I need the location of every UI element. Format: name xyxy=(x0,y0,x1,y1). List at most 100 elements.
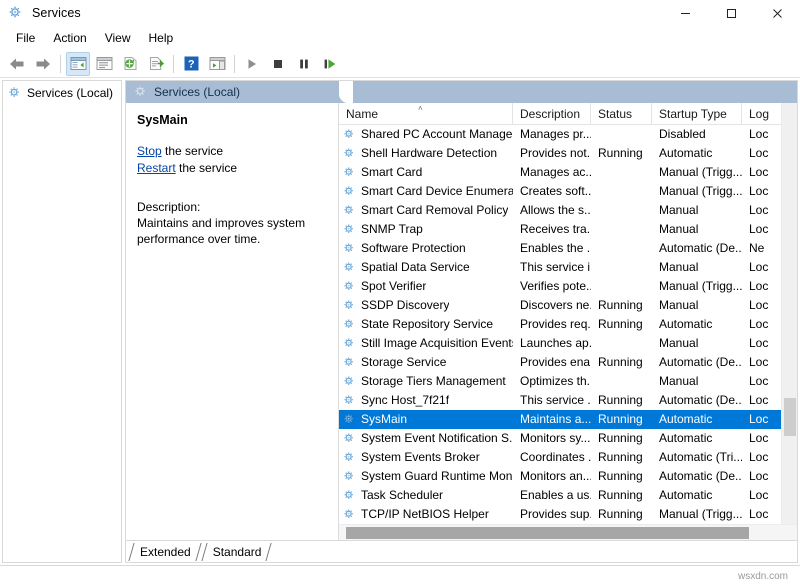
cell-name: Still Image Acquisition Events xyxy=(339,334,513,353)
table-row[interactable]: Storage Tiers ManagementOptimizes th...M… xyxy=(339,372,781,391)
tab-standard[interactable]: Standard xyxy=(201,542,272,562)
table-row[interactable]: SSDP DiscoveryDiscovers ne...RunningManu… xyxy=(339,296,781,315)
stop-service-link[interactable]: Stop xyxy=(137,144,162,158)
table-row[interactable]: Shell Hardware DetectionProvides not...R… xyxy=(339,144,781,163)
properties-button[interactable] xyxy=(92,52,116,76)
service-name-label: Task Scheduler xyxy=(361,486,443,505)
table-row[interactable]: Sync Host_7f21fThis service ...RunningAu… xyxy=(339,391,781,410)
column-header-status[interactable]: Status xyxy=(591,103,652,125)
services-gear-icon xyxy=(8,86,22,100)
horizontal-scrollbar[interactable] xyxy=(339,524,797,540)
cell-startup-type: Manual xyxy=(652,296,742,315)
table-row[interactable]: System Guard Runtime Mon...Monitors an..… xyxy=(339,467,781,486)
vertical-scrollbar[interactable] xyxy=(781,103,797,524)
table-row[interactable]: TCP/IP NetBIOS HelperProvides sup...Runn… xyxy=(339,505,781,524)
service-name-label: Storage Service xyxy=(361,353,446,372)
help-question-icon[interactable]: ? xyxy=(179,52,203,76)
table-row[interactable]: Shared PC Account ManagerManages pr...Di… xyxy=(339,125,781,144)
cell-startup-type: Automatic xyxy=(652,144,742,163)
menu-help[interactable]: Help xyxy=(140,28,183,48)
service-name-label: SNMP Trap xyxy=(361,220,423,239)
cell-name: System Events Broker xyxy=(339,448,513,467)
cell-startup-type: Manual xyxy=(652,372,742,391)
pause-service-button[interactable] xyxy=(292,52,316,76)
maximize-button[interactable] xyxy=(708,0,754,26)
services-gear-icon xyxy=(343,489,357,502)
table-row[interactable]: Still Image Acquisition EventsLaunches a… xyxy=(339,334,781,353)
cell-startup-type: Automatic (De... xyxy=(652,391,742,410)
table-row[interactable]: Smart Card Device Enumerat...Creates sof… xyxy=(339,182,781,201)
cell-name: Spatial Data Service xyxy=(339,258,513,277)
table-row[interactable]: SNMP TrapReceives tra...ManualLoc xyxy=(339,220,781,239)
table-row[interactable]: Smart Card Removal PolicyAllows the s...… xyxy=(339,201,781,220)
table-row[interactable]: Storage ServiceProvides ena...RunningAut… xyxy=(339,353,781,372)
show-hide-console-tree-button[interactable] xyxy=(66,52,90,76)
cell-name: Sync Host_7f21f xyxy=(339,391,513,410)
results-content: SysMain Stop the service Restart the ser… xyxy=(126,103,797,540)
cell-description: This service ... xyxy=(513,391,591,410)
table-row[interactable]: System Event Notification S...Monitors s… xyxy=(339,429,781,448)
export-list-button[interactable] xyxy=(144,52,168,76)
close-button[interactable] xyxy=(754,0,800,26)
cell-startup-type: Manual (Trigg... xyxy=(652,182,742,201)
column-header-startup-type[interactable]: Startup Type xyxy=(652,103,742,125)
cell-log-on-as: Loc xyxy=(742,448,781,467)
stop-service-button[interactable] xyxy=(266,52,290,76)
table-row[interactable]: SysMainMaintains a...RunningAutomaticLoc xyxy=(339,410,781,429)
cell-description: Monitors an... xyxy=(513,467,591,486)
column-header-name[interactable]: Name ˄ xyxy=(339,103,513,125)
vertical-scrollbar-thumb[interactable] xyxy=(784,398,796,436)
table-row[interactable]: Spatial Data ServiceThis service i...Man… xyxy=(339,258,781,277)
column-header-log-on-as-label: Log xyxy=(749,107,769,121)
cell-log-on-as: Loc xyxy=(742,201,781,220)
refresh-button[interactable] xyxy=(118,52,142,76)
cell-description: Allows the s... xyxy=(513,201,591,220)
table-row[interactable]: Task SchedulerEnables a us...RunningAuto… xyxy=(339,486,781,505)
show-action-pane-button[interactable] xyxy=(205,52,229,76)
menu-view[interactable]: View xyxy=(96,28,140,48)
description-text: Maintains and improves system performanc… xyxy=(137,215,328,247)
cell-startup-type: Manual xyxy=(652,258,742,277)
results-pane-header: Services (Local) xyxy=(126,81,797,103)
cell-log-on-as: Loc xyxy=(742,144,781,163)
forward-button[interactable] xyxy=(31,52,55,76)
cell-status: Running xyxy=(591,315,652,334)
column-header-description[interactable]: Description xyxy=(513,103,591,125)
table-row[interactable]: Smart CardManages ac...Manual (Trigg...L… xyxy=(339,163,781,182)
cell-name: Storage Service xyxy=(339,353,513,372)
restart-service-link[interactable]: Restart xyxy=(137,161,176,175)
cell-name: SysMain xyxy=(339,410,513,429)
column-header-log-on-as[interactable]: Log xyxy=(742,103,782,125)
cell-name: Shell Hardware Detection xyxy=(339,144,513,163)
table-row[interactable]: Software ProtectionEnables the ...Automa… xyxy=(339,239,781,258)
cell-name: Shared PC Account Manager xyxy=(339,125,513,144)
toolbar: ? xyxy=(0,50,800,78)
tab-extended[interactable]: Extended xyxy=(128,542,201,562)
horizontal-scrollbar-thumb[interactable] xyxy=(346,527,749,539)
service-name-label: Storage Tiers Management xyxy=(361,372,506,391)
cell-name: SSDP Discovery xyxy=(339,296,513,315)
menu-action[interactable]: Action xyxy=(44,28,95,48)
cell-description: Enables the ... xyxy=(513,239,591,258)
cell-status: Running xyxy=(591,448,652,467)
cell-description: Provides sup... xyxy=(513,505,591,524)
back-button[interactable] xyxy=(5,52,29,76)
cell-status: Running xyxy=(591,391,652,410)
tree-node-services-local[interactable]: Services (Local) xyxy=(3,84,121,102)
menu-file[interactable]: File xyxy=(7,28,44,48)
services-gear-icon xyxy=(343,147,357,160)
cell-status: Running xyxy=(591,410,652,429)
list-scroll-wrapper: Name ˄ Description Status xyxy=(339,103,797,524)
cell-startup-type: Automatic (De... xyxy=(652,353,742,372)
table-row[interactable]: State Repository ServiceProvides req...R… xyxy=(339,315,781,334)
minimize-button[interactable] xyxy=(662,0,708,26)
tab-extended-label: Extended xyxy=(140,545,191,559)
restart-service-button[interactable] xyxy=(318,52,342,76)
cell-name: TCP/IP NetBIOS Helper xyxy=(339,505,513,524)
start-service-button[interactable] xyxy=(240,52,264,76)
table-row[interactable]: Spot VerifierVerifies pote...Manual (Tri… xyxy=(339,277,781,296)
service-action-links: Stop the service Restart the service xyxy=(137,143,328,177)
services-gear-icon xyxy=(343,204,357,217)
services-gear-icon xyxy=(343,242,357,255)
table-row[interactable]: System Events BrokerCoordinates ...Runni… xyxy=(339,448,781,467)
